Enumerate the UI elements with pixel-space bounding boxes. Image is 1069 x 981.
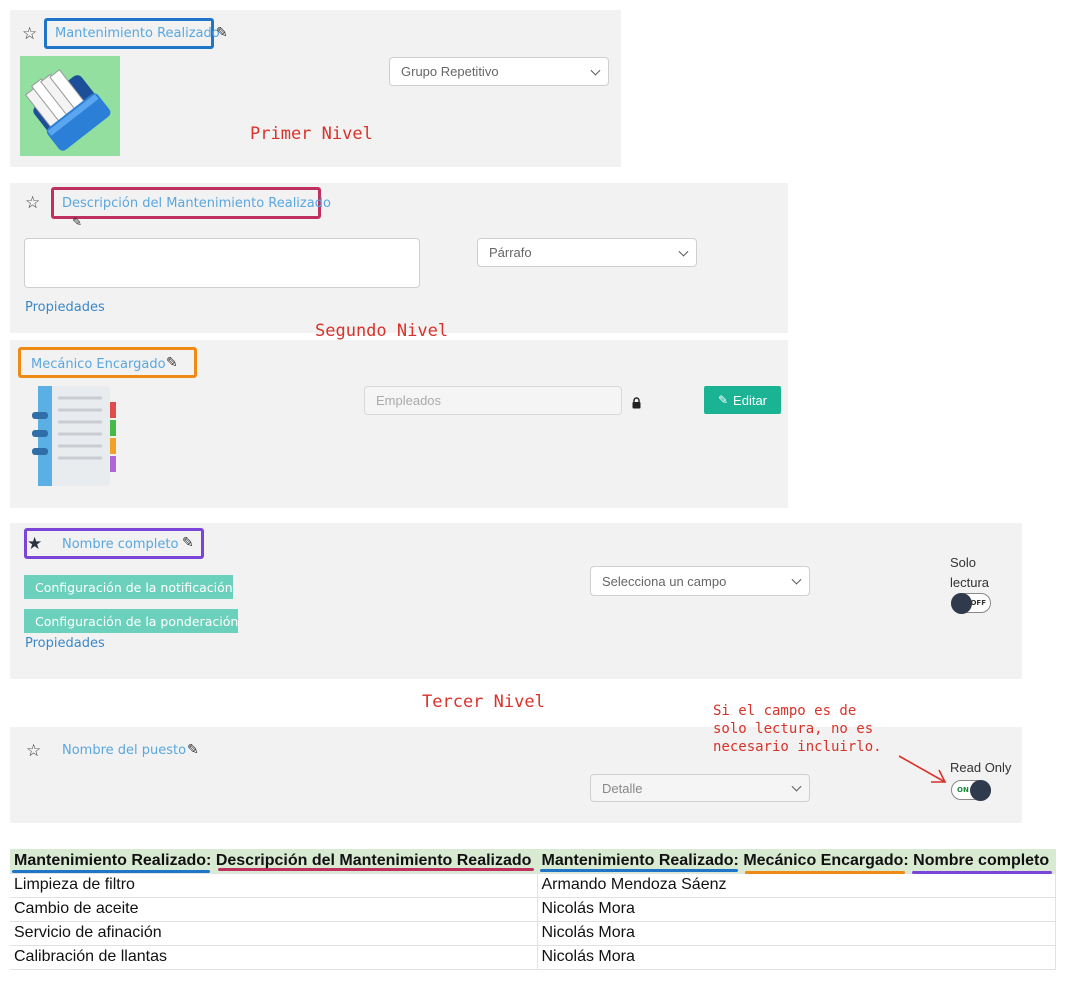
select-value: Selecciona un campo xyxy=(602,573,727,589)
table-row: Calibración de llantas Nicolás Mora xyxy=(10,945,1056,970)
pencil-icon: ✎ xyxy=(717,393,729,407)
table-cell[interactable]: Nicolás Mora xyxy=(537,921,1056,946)
select-value: Detalle xyxy=(602,780,643,796)
header-part: Mantenimiento Realizado: xyxy=(14,851,212,869)
pencil-edit-icon[interactable]: ✎ xyxy=(216,26,228,40)
field-label-descripcion[interactable]: Descripción del Mantenimiento Realizado xyxy=(62,196,331,211)
text-format-select[interactable]: Párrafo xyxy=(477,238,697,267)
lock-icon xyxy=(632,396,641,409)
folder-icon xyxy=(24,69,111,151)
readonly-toggle-on[interactable]: ON xyxy=(951,780,991,801)
position-detail-select[interactable]: Detalle xyxy=(590,774,810,802)
chevron-down-icon xyxy=(590,65,601,76)
toggle-on-label: ON xyxy=(957,786,969,794)
pencil-edit-icon[interactable]: ✎ xyxy=(166,356,178,370)
note-line1: Si el campo es de xyxy=(713,703,857,719)
pencil-edit-icon[interactable]: ✎ xyxy=(72,216,82,228)
select-placeholder: Empleados xyxy=(376,393,442,408)
properties-link[interactable]: Propiedades xyxy=(25,300,105,315)
properties-link[interactable]: Propiedades xyxy=(25,636,105,651)
annotation-primer-nivel: Primer Nivel xyxy=(250,124,373,144)
select-value: Párrafo xyxy=(489,245,532,260)
underline-mechanic xyxy=(745,871,905,874)
employees-select[interactable]: Empleados xyxy=(364,386,622,415)
pencil-edit-icon[interactable]: ✎ xyxy=(182,536,194,550)
field-label-nombre-completo[interactable]: Nombre completo xyxy=(62,537,178,552)
read-only-label: Read Only xyxy=(950,760,1012,775)
star-outline-icon[interactable]: ☆ xyxy=(26,743,41,760)
weighting-config-label: Configuración de la ponderación xyxy=(35,613,239,629)
toggle-knob xyxy=(970,780,991,801)
table-row: Limpieza de filtro Armando Mendoza Sáenz xyxy=(10,873,1056,898)
annotation-segundo-nivel: Segundo Nivel xyxy=(315,321,449,341)
readonly-toggle-off[interactable]: OFF xyxy=(951,593,991,614)
select-value: Grupo Repetitivo xyxy=(401,64,499,79)
annotation-read-only-note: Si el campo es de solo lectura, no es ne… xyxy=(713,702,913,756)
underline-level1 xyxy=(12,870,210,873)
table-row: Cambio de aceite Nicolás Mora xyxy=(10,897,1056,922)
header-part: Nombre completo xyxy=(913,851,1050,869)
star-outline-icon[interactable]: ☆ xyxy=(25,195,40,212)
underline-name xyxy=(912,871,1052,874)
underline-level1-b xyxy=(540,869,738,872)
file-folder-image xyxy=(20,56,120,156)
underline-description xyxy=(218,868,534,871)
chevron-down-icon xyxy=(791,574,802,585)
star-outline-icon[interactable]: ☆ xyxy=(22,26,37,43)
table-row: Servicio de afinación Nicolás Mora xyxy=(10,921,1056,946)
table-cell[interactable]: Calibración de llantas xyxy=(10,945,538,970)
readonly-label-line2: lectura xyxy=(950,575,990,590)
annotation-arrow-icon xyxy=(898,755,947,783)
notification-config-label: Configuración de la notificación xyxy=(35,579,233,595)
note-line3: necesario incluirlo. xyxy=(713,739,882,755)
field-label-mantenimiento[interactable]: Mantenimiento Realizado xyxy=(55,26,220,41)
header-part: Mantenimiento Realizado: xyxy=(541,851,739,869)
table-cell[interactable]: Nicolás Mora xyxy=(537,945,1056,970)
notebook-icon xyxy=(32,386,116,486)
note-line2: solo lectura, no es xyxy=(713,721,874,737)
table-cell[interactable]: Servicio de afinación xyxy=(10,921,538,946)
pencil-edit-icon[interactable]: ✎ xyxy=(187,743,199,757)
table-cell[interactable]: Nicolás Mora xyxy=(537,897,1056,922)
table-cell[interactable]: Armando Mendoza Sáenz xyxy=(537,873,1056,898)
table-cell[interactable]: Cambio de aceite xyxy=(10,897,538,922)
group-type-select[interactable]: Grupo Repetitivo xyxy=(389,57,609,86)
annotation-tercer-nivel: Tercer Nivel xyxy=(422,692,545,712)
field-label-puesto[interactable]: Nombre del puesto xyxy=(62,743,186,758)
chevron-down-icon xyxy=(678,246,689,257)
header-part: Mecánico Encargado: xyxy=(743,851,909,869)
notification-config-button[interactable]: Configuración de la notificación xyxy=(24,575,233,599)
toggle-knob xyxy=(951,593,972,614)
description-textarea[interactable] xyxy=(24,238,420,288)
chevron-down-icon xyxy=(791,781,802,792)
field-select[interactable]: Selecciona un campo xyxy=(590,566,810,596)
readonly-label-line1: Solo xyxy=(950,555,977,570)
weighting-config-button[interactable]: Configuración de la ponderación xyxy=(24,609,238,633)
edit-button[interactable]: ✎ Editar xyxy=(704,386,781,414)
table-cell[interactable]: Limpieza de filtro xyxy=(10,873,538,898)
notebook-image xyxy=(30,384,120,488)
star-filled-icon[interactable]: ★ xyxy=(27,536,42,553)
edit-button-label: Editar xyxy=(733,392,768,408)
field-label-mecanico[interactable]: Mecánico Encargado xyxy=(31,357,166,372)
toggle-off-label: OFF xyxy=(970,599,986,607)
header-part: Descripción del Mantenimiento Realizado xyxy=(215,851,532,869)
readonly-label: Solo lectura xyxy=(950,553,989,593)
